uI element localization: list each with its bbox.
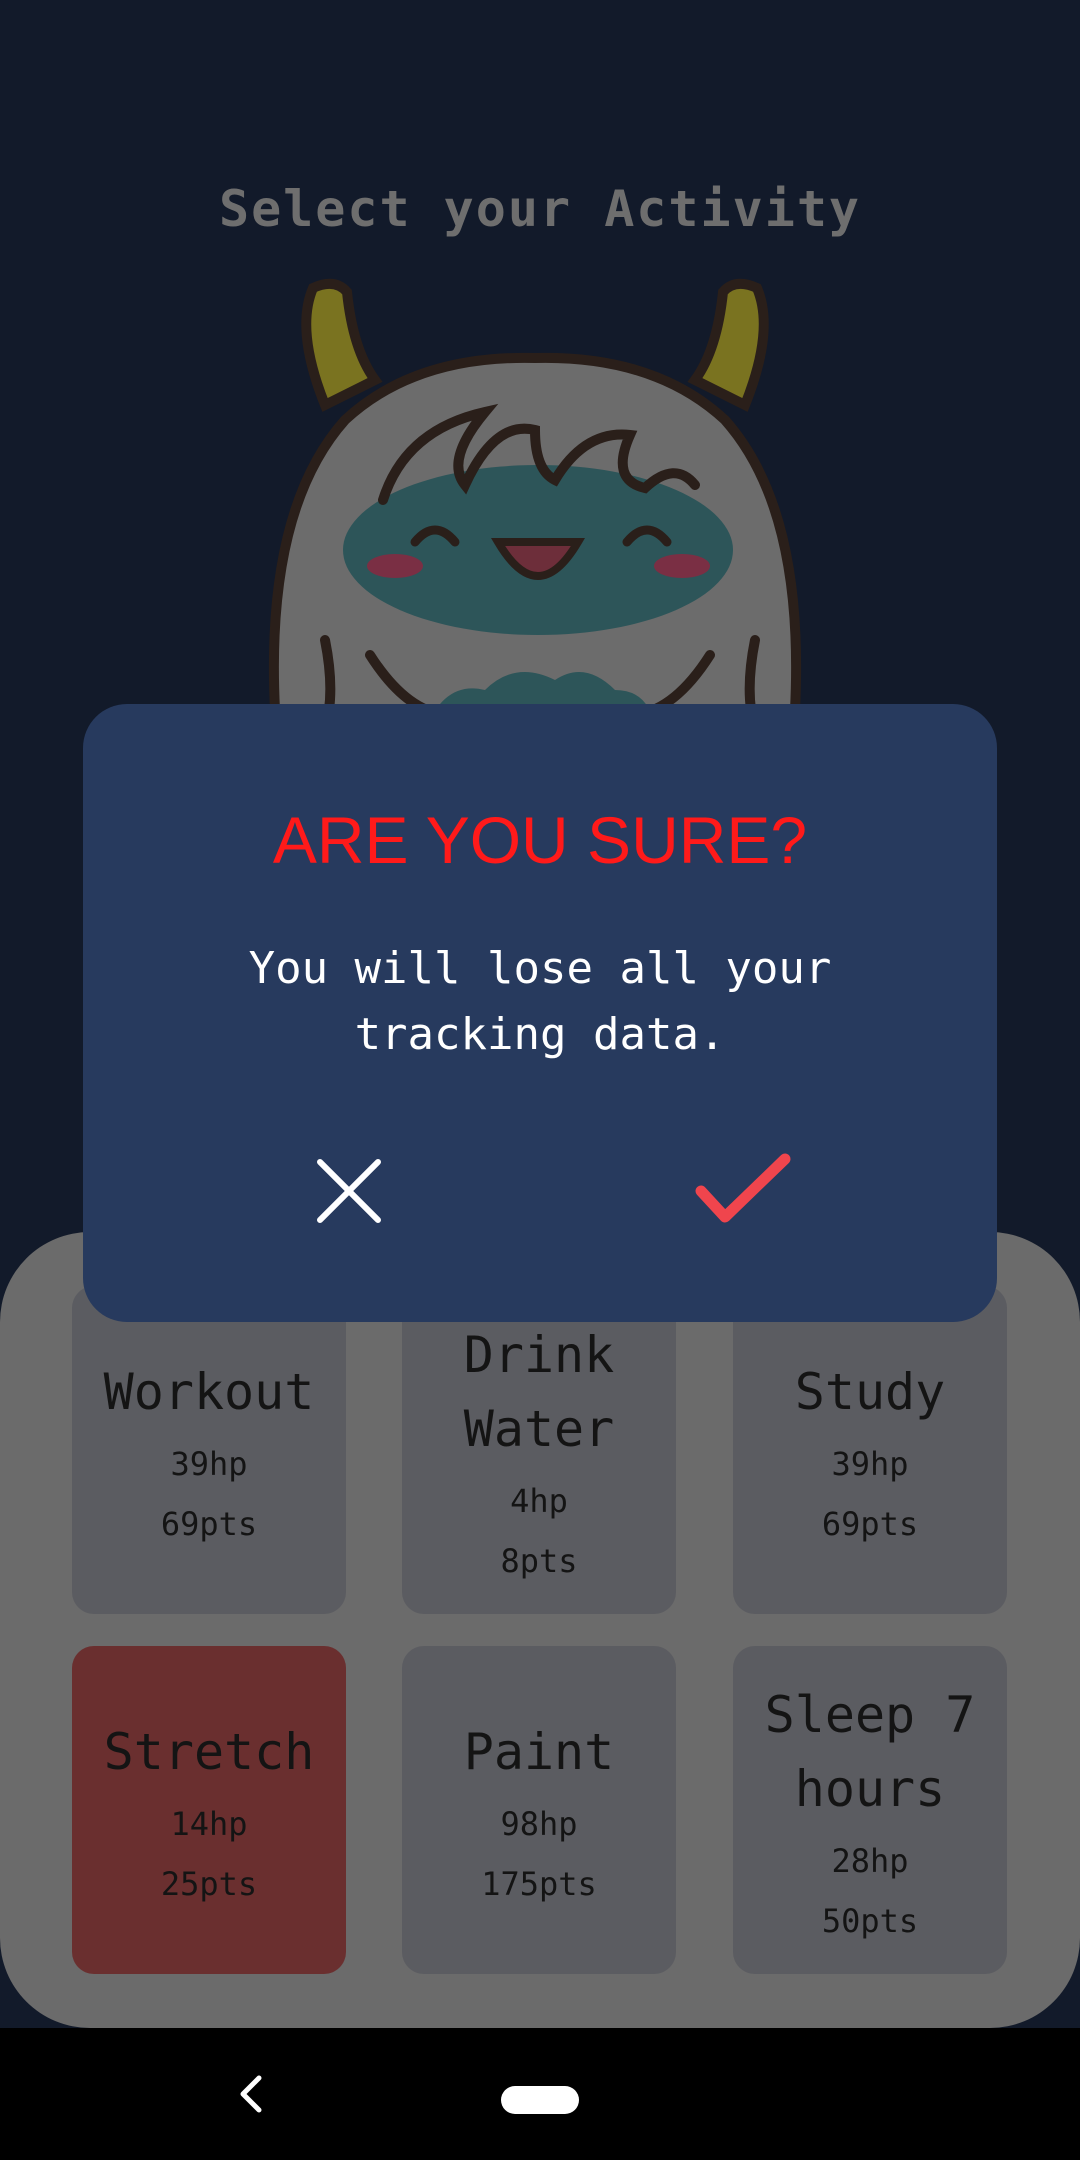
checkmark-icon <box>695 1153 791 1223</box>
activity-card-study[interactable]: Study 39hp 69pts <box>733 1286 1007 1614</box>
activity-hp: 4hp <box>510 1482 568 1520</box>
close-icon <box>317 1159 381 1223</box>
activity-pts: 50pts <box>821 1902 919 1940</box>
activity-hp: 28hp <box>831 1842 909 1880</box>
activity-pts: 175pts <box>481 1865 597 1903</box>
activity-hp: 98hp <box>500 1805 578 1843</box>
page-title: Select your Activity <box>218 180 862 238</box>
activity-name: Stretch <box>103 1723 315 1781</box>
back-button[interactable] <box>220 2064 280 2124</box>
activity-hp: 39hp <box>831 1445 909 1483</box>
activity-name: Drink Water <box>463 1326 615 1458</box>
activity-pts: 25pts <box>160 1865 258 1903</box>
yeti-mascot-icon <box>268 278 802 730</box>
activity-pts: 69pts <box>821 1505 919 1543</box>
dialog-title: ARE YOU SURE? <box>272 803 808 877</box>
system-nav-bar <box>0 2028 1080 2160</box>
activity-card-drink-water[interactable]: Drink Water 4hp 8pts <box>402 1286 676 1614</box>
activity-name: Sleep 7 hours <box>764 1686 976 1818</box>
activity-card-paint[interactable]: Paint 98hp 175pts <box>402 1646 676 1974</box>
activity-hp: 39hp <box>170 1445 248 1483</box>
home-pill-icon[interactable] <box>501 2086 579 2114</box>
activity-card-stretch[interactable]: Stretch 14hp 25pts <box>72 1646 346 1974</box>
activity-name: Workout <box>103 1363 315 1421</box>
cancel-button[interactable] <box>289 1131 409 1251</box>
activity-name: Study <box>794 1363 946 1421</box>
screen: Select your Activity Workout 39hp 69pts <box>0 0 1080 2028</box>
activity-name: Paint <box>463 1723 615 1781</box>
confirm-button[interactable] <box>683 1131 803 1251</box>
confirm-dialog: ARE YOU SURE? You will lose all your tra… <box>83 704 997 1322</box>
activity-pts: 69pts <box>160 1505 258 1543</box>
activity-card-sleep[interactable]: Sleep 7 hours 28hp 50pts <box>733 1646 1007 1974</box>
dialog-message: You will lose all your tracking data. <box>248 943 832 1060</box>
activity-panel: Workout 39hp 69pts Drink Water 4hp 8pts … <box>0 1232 1080 2028</box>
activity-pts: 8pts <box>500 1542 578 1580</box>
activity-hp: 14hp <box>170 1805 248 1843</box>
activity-card-workout[interactable]: Workout 39hp 69pts <box>72 1286 346 1614</box>
back-chevron-icon <box>240 2075 262 2113</box>
